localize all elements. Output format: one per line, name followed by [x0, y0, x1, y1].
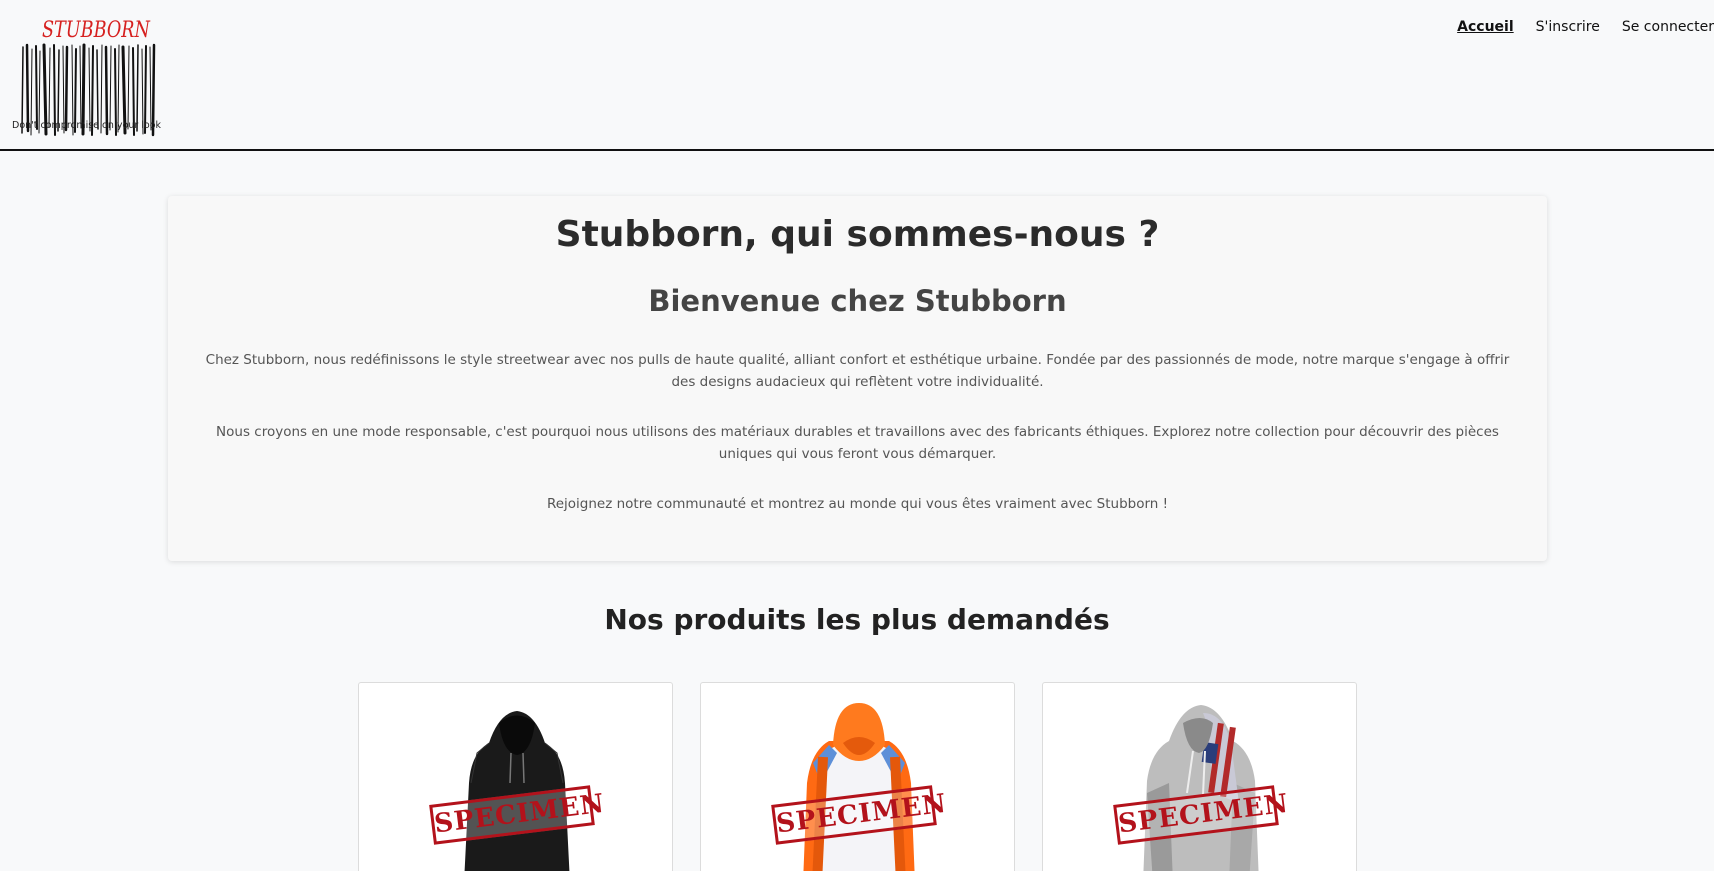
- product-card[interactable]: SPECIMEN: [700, 682, 1015, 871]
- product-card[interactable]: SPECIMEN: [1042, 682, 1357, 871]
- logo-wordmark: STUBBORN: [42, 18, 150, 43]
- about-paragraph: Nous croyons en une mode responsable, c'…: [216, 424, 1499, 462]
- about-paragraph: Rejoignez notre communauté et montrez au…: [546, 496, 1169, 512]
- logo-tagline: Don't compromise on your look: [12, 120, 162, 131]
- nav-link-sinscrire[interactable]: S'inscrire: [1536, 17, 1600, 37]
- about-card: Stubborn, qui sommes-nous ? Bienvenue ch…: [168, 196, 1547, 561]
- grey-flag-hoodie-image: [1143, 705, 1259, 871]
- nav-link-se-connecter[interactable]: Se connecter: [1622, 17, 1714, 37]
- black-hoodie-image: [464, 711, 570, 871]
- orange-hoodie-image: [803, 703, 915, 871]
- nav-link-accueil[interactable]: Accueil: [1457, 17, 1514, 37]
- product-card[interactable]: SPECIMEN: [358, 682, 673, 871]
- main-nav: Accueil S'inscrire Se connecter: [1457, 17, 1714, 37]
- about-title: Stubborn, qui sommes-nous ?: [555, 214, 1160, 255]
- products-title: Nos produits les plus demandés: [604, 603, 1110, 636]
- about-subtitle: Bienvenue chez Stubborn: [648, 284, 1067, 318]
- about-paragraph: Chez Stubborn, nous redéfinissons le sty…: [205, 352, 1510, 390]
- logo[interactable]: STUBBORN Don't compromise on your look: [12, 18, 162, 137]
- site-header: STUBBORN Don't compromise on your look A…: [0, 0, 1714, 151]
